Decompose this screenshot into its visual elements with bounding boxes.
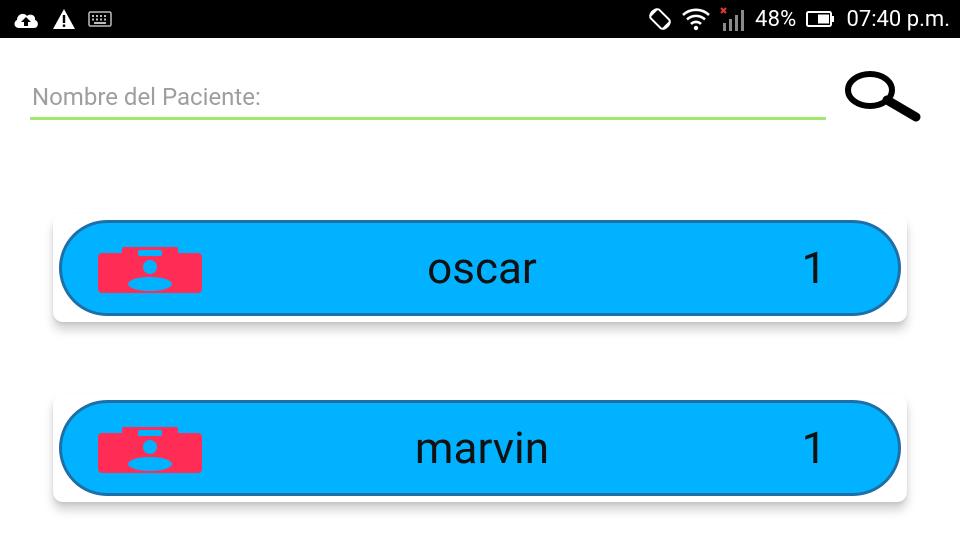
keyboard-icon xyxy=(88,11,112,27)
patient-count: 1 xyxy=(801,422,827,474)
clock: 07:40 p.m. xyxy=(846,6,951,32)
signal-no-service-icon xyxy=(719,6,747,32)
patient-card: oscar 1 xyxy=(53,214,907,322)
rotation-lock-icon xyxy=(647,6,673,32)
search-icon xyxy=(845,71,921,122)
patient-name-search-field xyxy=(30,78,826,120)
status-bar-notifications xyxy=(12,0,112,38)
status-bar-system: 48% 07:40 p.m. xyxy=(647,0,950,38)
battery-icon xyxy=(805,10,835,28)
status-bar: 48% 07:40 p.m. xyxy=(0,0,960,38)
cloud-upload-icon xyxy=(12,8,40,30)
id-badge-icon xyxy=(98,247,202,293)
patient-button[interactable]: oscar 1 xyxy=(59,220,901,316)
warning-icon xyxy=(52,8,76,30)
wifi-icon xyxy=(681,7,711,31)
patient-count: 1 xyxy=(801,242,827,294)
search-button[interactable] xyxy=(842,70,924,122)
patient-card: marvin 1 xyxy=(53,394,907,502)
id-badge-icon xyxy=(98,427,202,473)
patient-name: oscar xyxy=(427,242,537,294)
patient-name: marvin xyxy=(414,422,550,474)
patient-name-input[interactable] xyxy=(30,78,826,116)
patient-button[interactable]: marvin 1 xyxy=(59,400,901,496)
battery-percentage: 48% xyxy=(755,6,797,32)
